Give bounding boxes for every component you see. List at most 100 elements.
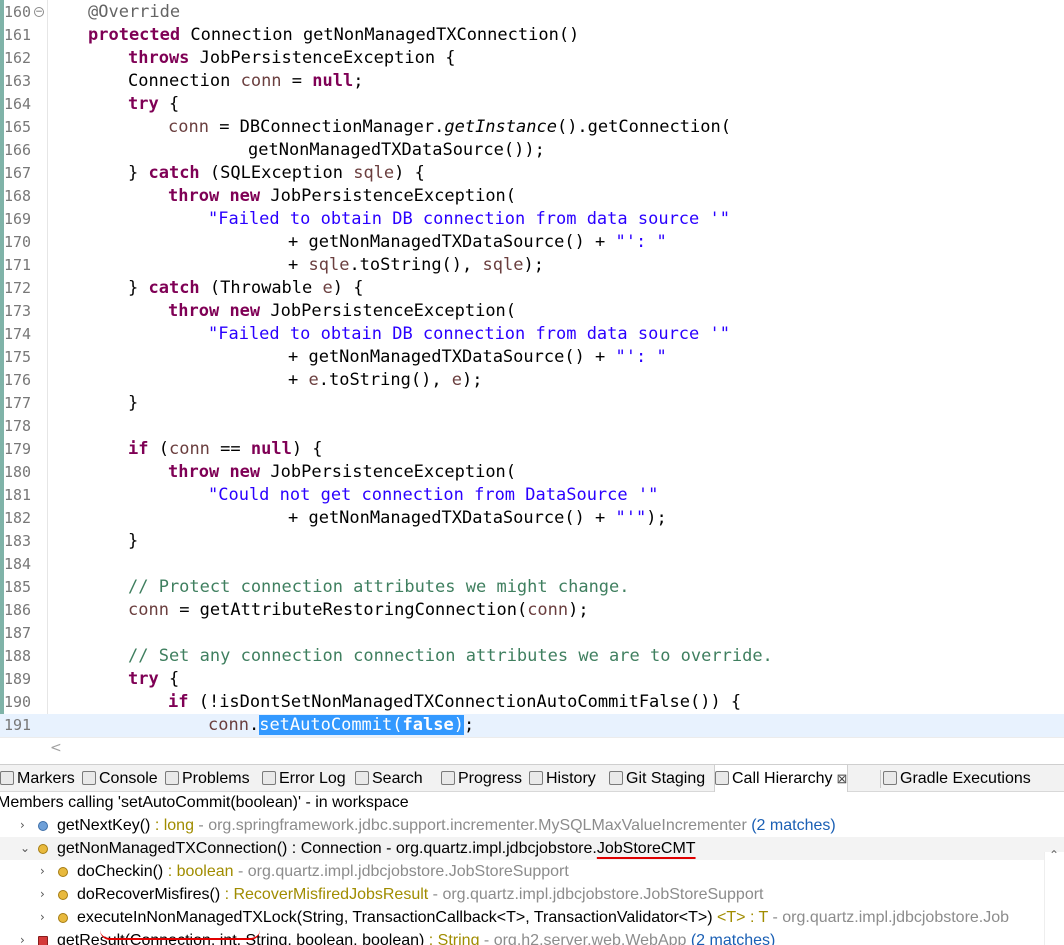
code-line[interactable]: 188 // Set any connection connection attr…: [0, 645, 1064, 668]
line-number: 180: [4, 463, 32, 481]
tab-markers[interactable]: Markers: [0, 765, 75, 792]
line-number: 185: [4, 578, 32, 596]
expand-arrow-icon[interactable]: ›: [40, 860, 45, 883]
code-line[interactable]: 181 "Could not get connection from DataSo…: [0, 484, 1064, 507]
line-number: 162: [4, 49, 32, 67]
code-token: new: [229, 186, 261, 206]
code-line[interactable]: 178: [0, 415, 1064, 438]
code-token: conn: [168, 117, 209, 137]
code-token: ==: [209, 439, 251, 459]
code-line[interactable]: 160− @Override: [0, 1, 1064, 24]
line-number: 191: [4, 716, 32, 734]
code-line[interactable]: 167} catch (SQLException sqle) {: [0, 162, 1064, 185]
expand-arrow-icon[interactable]: ›: [40, 906, 45, 929]
code-line[interactable]: 187: [0, 622, 1064, 645]
collapse-arrow-icon[interactable]: ⌄: [20, 837, 30, 860]
call-hierarchy-row[interactable]: ⌄ getNonManagedTXConnection() : Connectio…: [0, 837, 1064, 860]
code-line[interactable]: 175 + getNonManagedTXDataSource() + "': ": [0, 346, 1064, 369]
code-token: e: [308, 370, 319, 390]
code-token: {: [158, 669, 180, 689]
code-line[interactable]: 170 + getNonManagedTXDataSource() + "': ": [0, 231, 1064, 254]
tab-progress[interactable]: Progress: [441, 765, 522, 792]
code-token: Connection: [128, 71, 241, 91]
tab-label: Call Hierarchy: [732, 770, 833, 787]
signature-part: getNonManagedTXConnection() : Connection…: [57, 840, 597, 857]
code-token: // Set any connection connection attribu…: [128, 646, 773, 666]
tab-gradle-executions[interactable]: Gradle Executions: [883, 765, 1031, 792]
line-number: 172: [4, 279, 32, 297]
code-line[interactable]: 186 conn = getAttributeRestoringConnectio…: [0, 599, 1064, 622]
line-number: 183: [4, 532, 32, 550]
code-line[interactable]: 173 throw new JobPersistenceException(: [0, 300, 1064, 323]
code-token: }: [128, 393, 139, 413]
code-editor[interactable]: 160− @Override 161 protected Connection get…: [0, 0, 1064, 760]
signature-part: - org.quartz.impl.jdbcjobstore.Job: [768, 909, 1010, 926]
code-line[interactable]: 185 // Protect connection attributes we m…: [0, 576, 1064, 599]
code-line[interactable]: 162 throws JobPersistenceException {: [0, 47, 1064, 70]
call-hierarchy-icon: [715, 771, 729, 785]
call-hierarchy-row[interactable]: › getNextKey() : long - org.springframewo…: [0, 814, 1064, 837]
code-token: +: [288, 370, 309, 390]
tab-history[interactable]: History: [529, 765, 596, 792]
code-line[interactable]: 164 try {: [0, 93, 1064, 116]
code-line[interactable]: 179 if (conn == null) {: [0, 438, 1064, 461]
line-number: 178: [4, 417, 32, 435]
code-line[interactable]: 184: [0, 553, 1064, 576]
fold-toggle-icon[interactable]: −: [34, 7, 44, 17]
code-line[interactable]: 174 "Failed to obtain DB connection from …: [0, 323, 1064, 346]
code-line[interactable]: 176 + e.toString(), e);: [0, 369, 1064, 392]
close-tab-icon[interactable]: ⊠: [836, 771, 847, 786]
tab-label: Git Staging: [626, 770, 706, 787]
code-line[interactable]: 163 Connection conn = null;: [0, 70, 1064, 93]
code-line[interactable]: 183}: [0, 530, 1064, 553]
line-number: 173: [4, 302, 32, 320]
code-line[interactable]: 190 if (!isDontSetNonManagedTXConnectionA…: [0, 691, 1064, 714]
code-line[interactable]: 172} catch (Throwable e) {: [0, 277, 1064, 300]
call-hierarchy-row[interactable]: › executeInNonManagedTXLock(String, Trans…: [0, 906, 1064, 929]
expand-arrow-icon[interactable]: ›: [20, 814, 25, 837]
code-text: conn = getAttributeRestoringConnection(c…: [128, 599, 589, 622]
call-hierarchy-row[interactable]: › doCheckin() : boolean - org.quartz.impl…: [0, 860, 1064, 883]
scroll-left-icon[interactable]: <: [50, 740, 62, 756]
tab-git-staging[interactable]: Git Staging: [609, 765, 705, 792]
code-token: sqle: [353, 163, 395, 183]
code-line[interactable]: 180 throw new JobPersistenceException(: [0, 461, 1064, 484]
code-line[interactable]: 177}: [0, 392, 1064, 415]
code-token: catch: [148, 163, 200, 183]
view-vertical-scrollbar[interactable]: ⌃: [1044, 848, 1064, 945]
tab-console[interactable]: Console: [82, 765, 158, 792]
tab-search[interactable]: Search: [355, 765, 423, 792]
line-number: 174: [4, 325, 32, 343]
tab-call-hierarchy[interactable]: Call Hierarchy ⊠: [714, 765, 849, 792]
progress-icon: [441, 771, 455, 785]
code-text: "Could not get connection from DataSourc…: [208, 484, 658, 507]
code-line[interactable]: 166 getNonManagedTXDataSource());: [0, 139, 1064, 162]
code-token: ): [453, 715, 464, 735]
code-line[interactable]: 182 + getNonManagedTXDataSource() + "'");: [0, 507, 1064, 530]
code-token: "'": [615, 508, 647, 528]
tab-error-log[interactable]: Error Log: [262, 765, 346, 792]
code-line[interactable]: 171 + sqle.toString(), sqle);: [0, 254, 1064, 277]
code-line[interactable]: 191 conn.setAutoCommit(false);: [0, 714, 1064, 737]
error-log-icon: [262, 771, 276, 785]
code-token: ().getConnection(: [556, 117, 731, 137]
call-hierarchy-row[interactable]: › doRecoverMisfires() : RecoverMisfiredJo…: [0, 883, 1064, 906]
line-number: 175: [4, 348, 32, 366]
line-number: 169: [4, 210, 32, 228]
expand-arrow-icon[interactable]: ›: [40, 883, 45, 906]
scroll-up-icon[interactable]: ⌃: [1049, 848, 1059, 862]
code-text: @Override: [88, 1, 180, 24]
editor-horizontal-scrollbar[interactable]: <: [0, 737, 1064, 760]
code-token: sqle: [308, 255, 350, 275]
code-token: "Failed to obtain DB connection from dat…: [208, 324, 730, 344]
code-line[interactable]: 169 "Failed to obtain DB connection from …: [0, 208, 1064, 231]
expand-arrow-icon[interactable]: ›: [20, 929, 25, 945]
tab-problems[interactable]: Problems: [165, 765, 250, 792]
code-line[interactable]: 161 protected Connection getNonManagedTXC…: [0, 24, 1064, 47]
code-line[interactable]: 165 conn = DBConnectionManager.getInstanc…: [0, 116, 1064, 139]
code-line[interactable]: 168 throw new JobPersistenceException(: [0, 185, 1064, 208]
tab-label: Error Log: [279, 770, 346, 787]
code-token: (!isDontSetNonManagedTXConnectionAutoCom…: [188, 692, 742, 712]
line-number: 176: [4, 371, 32, 389]
code-line[interactable]: 189 try {: [0, 668, 1064, 691]
